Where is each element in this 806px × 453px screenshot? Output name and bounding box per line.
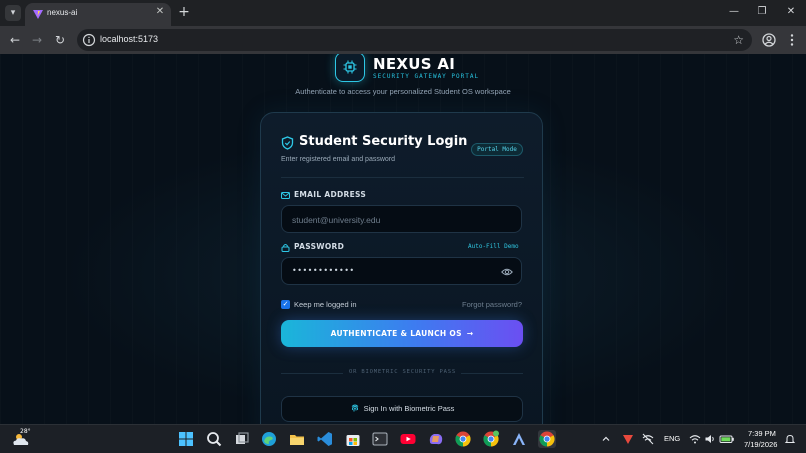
task-view-icon[interactable] xyxy=(233,430,251,448)
or-divider-text: OR BIOMETRIC SECURITY PASS xyxy=(349,369,456,375)
email-field[interactable]: student@university.edu xyxy=(281,205,522,233)
fingerprint-icon xyxy=(351,404,358,412)
address-bar[interactable]: localhost:5173 ☆ xyxy=(77,29,752,51)
biometric-signin-button[interactable]: Sign In with Biometric Pass xyxy=(281,396,523,422)
brand-subtitle: SECURITY GATEWAY PORTAL xyxy=(373,73,480,80)
browser-tab-strip: ▾ nexus-ai ✕ + — ❐ ✕ xyxy=(0,0,806,26)
clock-date[interactable]: 7/19/2026 xyxy=(744,440,777,449)
copilot-icon[interactable] xyxy=(427,430,445,448)
email-label: EMAIL ADDRESS xyxy=(294,190,367,199)
temperature: 28° xyxy=(20,428,31,435)
forgot-password-link[interactable]: Forgot password? xyxy=(462,300,522,309)
profile-icon[interactable] xyxy=(761,32,777,48)
network-off-icon[interactable] xyxy=(641,432,655,446)
file-explorer-icon[interactable] xyxy=(288,430,306,448)
tab-title: nexus-ai xyxy=(47,8,78,17)
chrome-icon[interactable] xyxy=(454,430,472,448)
url-text: localhost:5173 xyxy=(100,34,159,44)
tray-chevron-up-icon[interactable] xyxy=(601,434,611,444)
chrome-active-icon[interactable] xyxy=(538,430,556,448)
battery-icon[interactable] xyxy=(719,433,735,445)
autofill-demo-link[interactable]: Auto-Fill Demo xyxy=(468,243,519,250)
tab-search-button[interactable]: ▾ xyxy=(5,5,21,21)
language-indicator[interactable]: ENG xyxy=(664,434,680,443)
password-field[interactable]: •••••••••••• xyxy=(281,257,522,285)
forward-button[interactable]: → xyxy=(28,31,46,49)
search-icon[interactable] xyxy=(205,430,223,448)
reload-button[interactable]: ↻ xyxy=(51,31,69,49)
eye-icon[interactable] xyxy=(501,267,513,277)
mail-icon xyxy=(281,192,290,199)
terminal-icon[interactable] xyxy=(371,430,389,448)
divider xyxy=(281,177,524,178)
more-menu-icon[interactable] xyxy=(784,32,800,48)
password-value: •••••••••••• xyxy=(292,266,355,275)
lock-icon xyxy=(281,244,290,252)
authenticate-label: AUTHENTICATE & LAUNCH OS xyxy=(330,329,462,338)
tagline: Authenticate to access your personalized… xyxy=(295,87,511,96)
vscode-icon[interactable] xyxy=(316,430,334,448)
biometric-label: Sign In with Biometric Pass xyxy=(363,404,455,413)
page-viewport: NEXUS AI SECURITY GATEWAY PORTAL Authent… xyxy=(0,54,806,424)
volume-icon[interactable] xyxy=(704,433,716,445)
remember-checkbox[interactable]: ✓ xyxy=(281,300,290,309)
shield-check-icon xyxy=(281,136,294,150)
app-arc-icon[interactable] xyxy=(510,430,528,448)
portal-mode-badge: Portal Mode xyxy=(471,143,523,156)
browser-tab[interactable]: nexus-ai ✕ xyxy=(25,3,171,26)
restore-button[interactable]: ❐ xyxy=(751,3,773,21)
new-tab-button[interactable]: + xyxy=(177,4,191,20)
minimize-button[interactable]: — xyxy=(723,3,745,21)
chrome-profile-icon[interactable] xyxy=(482,430,500,448)
close-window-button[interactable]: ✕ xyxy=(780,3,802,21)
authenticate-button[interactable]: AUTHENTICATE & LAUNCH OS → xyxy=(281,320,523,347)
browser-toolbar: ← → ↻ localhost:5173 ☆ xyxy=(0,26,806,54)
wifi-icon[interactable] xyxy=(689,433,701,445)
youtube-icon[interactable] xyxy=(399,430,417,448)
remember-label: Keep me logged in xyxy=(294,300,357,309)
security-tray-icon[interactable] xyxy=(621,432,635,446)
divider-right xyxy=(461,373,523,374)
card-subtitle: Enter registered email and password xyxy=(281,156,396,163)
edge-icon[interactable] xyxy=(260,430,278,448)
tab-close-icon[interactable]: ✕ xyxy=(154,6,166,18)
arrow-right-icon: → xyxy=(466,329,474,338)
password-label: PASSWORD xyxy=(294,242,345,251)
windows-start-icon[interactable] xyxy=(177,430,195,448)
taskbar: 28° ENG 7:39 PM 7/19/2026 xyxy=(0,424,806,453)
chip-icon xyxy=(343,60,357,74)
card-title: Student Security Login xyxy=(299,134,468,149)
logo xyxy=(335,54,365,82)
microsoft-store-icon[interactable] xyxy=(344,430,362,448)
back-button[interactable]: ← xyxy=(6,31,24,49)
email-placeholder: student@university.edu xyxy=(292,215,381,225)
bookmark-star-icon[interactable]: ☆ xyxy=(733,32,744,48)
login-card: Student Security Login Enter registered … xyxy=(260,112,543,424)
site-info-icon[interactable] xyxy=(82,33,96,47)
vite-favicon-icon xyxy=(33,10,43,19)
brand-title: NEXUS AI xyxy=(373,55,456,73)
clock-time[interactable]: 7:39 PM xyxy=(748,429,776,438)
notification-bell-icon[interactable] xyxy=(784,433,796,445)
